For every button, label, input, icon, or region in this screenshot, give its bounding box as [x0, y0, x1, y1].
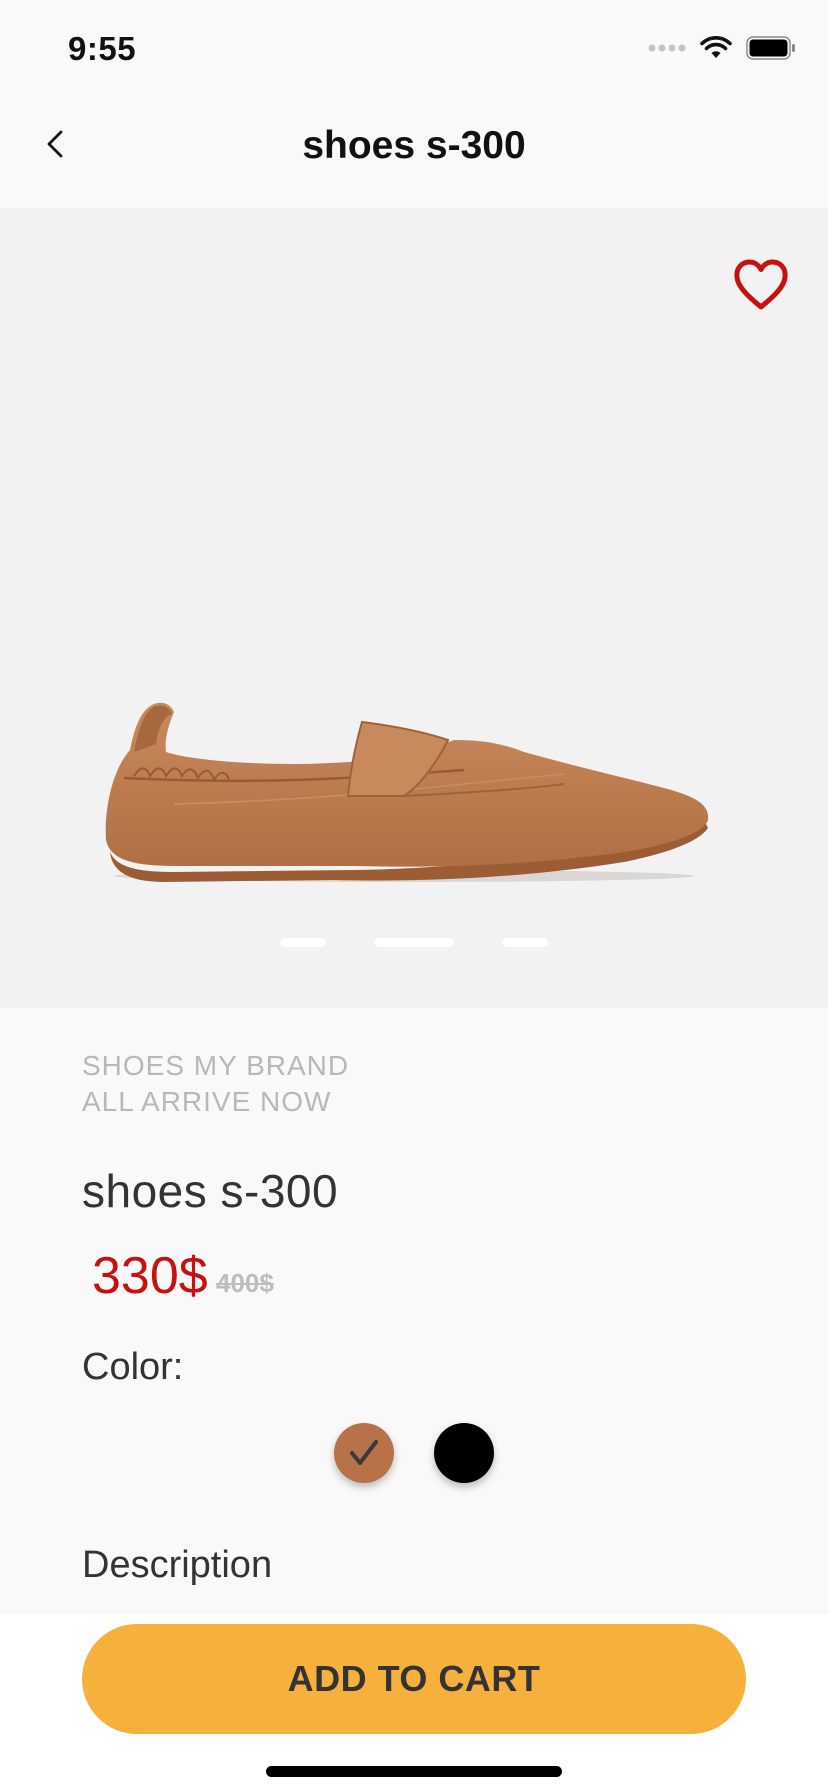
nav-bar: shoes s-300: [0, 96, 828, 208]
signal-dots-icon: [648, 44, 686, 52]
product-price: 330$: [92, 1247, 208, 1305]
pager-dot-active[interactable]: [374, 938, 454, 947]
add-to-cart-button[interactable]: ADD TO CART: [82, 1624, 746, 1734]
brand-line-2: ALL ARRIVE NOW: [82, 1086, 332, 1117]
product-image-carousel[interactable]: [0, 208, 828, 1008]
favorite-button[interactable]: [732, 258, 790, 312]
image-pager: [0, 938, 828, 948]
bottom-action-bar: ADD TO CART: [0, 1614, 828, 1792]
color-swatch-black[interactable]: [434, 1423, 494, 1483]
product-image: [105, 702, 709, 882]
color-swatch-tan[interactable]: [334, 1423, 394, 1483]
page-title: shoes s-300: [302, 124, 526, 167]
checkmark-icon: [350, 1440, 378, 1465]
status-time: 9:55: [68, 30, 137, 67]
description-heading: Description: [82, 1544, 273, 1586]
battery-icon: [746, 36, 795, 60]
wifi-icon: [700, 36, 732, 58]
product-name: shoes s-300: [82, 1165, 339, 1217]
color-label: Color:: [82, 1346, 184, 1388]
brand-line-1: SHOES MY BRAND: [82, 1050, 350, 1081]
product-old-price: 400$: [216, 1268, 274, 1298]
status-bar: 9:55: [0, 0, 828, 96]
pager-dot[interactable]: [280, 938, 326, 947]
status-icons: [648, 36, 796, 60]
heart-outline-icon: [734, 259, 788, 310]
home-indicator: [266, 1766, 562, 1777]
pager-dot[interactable]: [502, 938, 548, 947]
